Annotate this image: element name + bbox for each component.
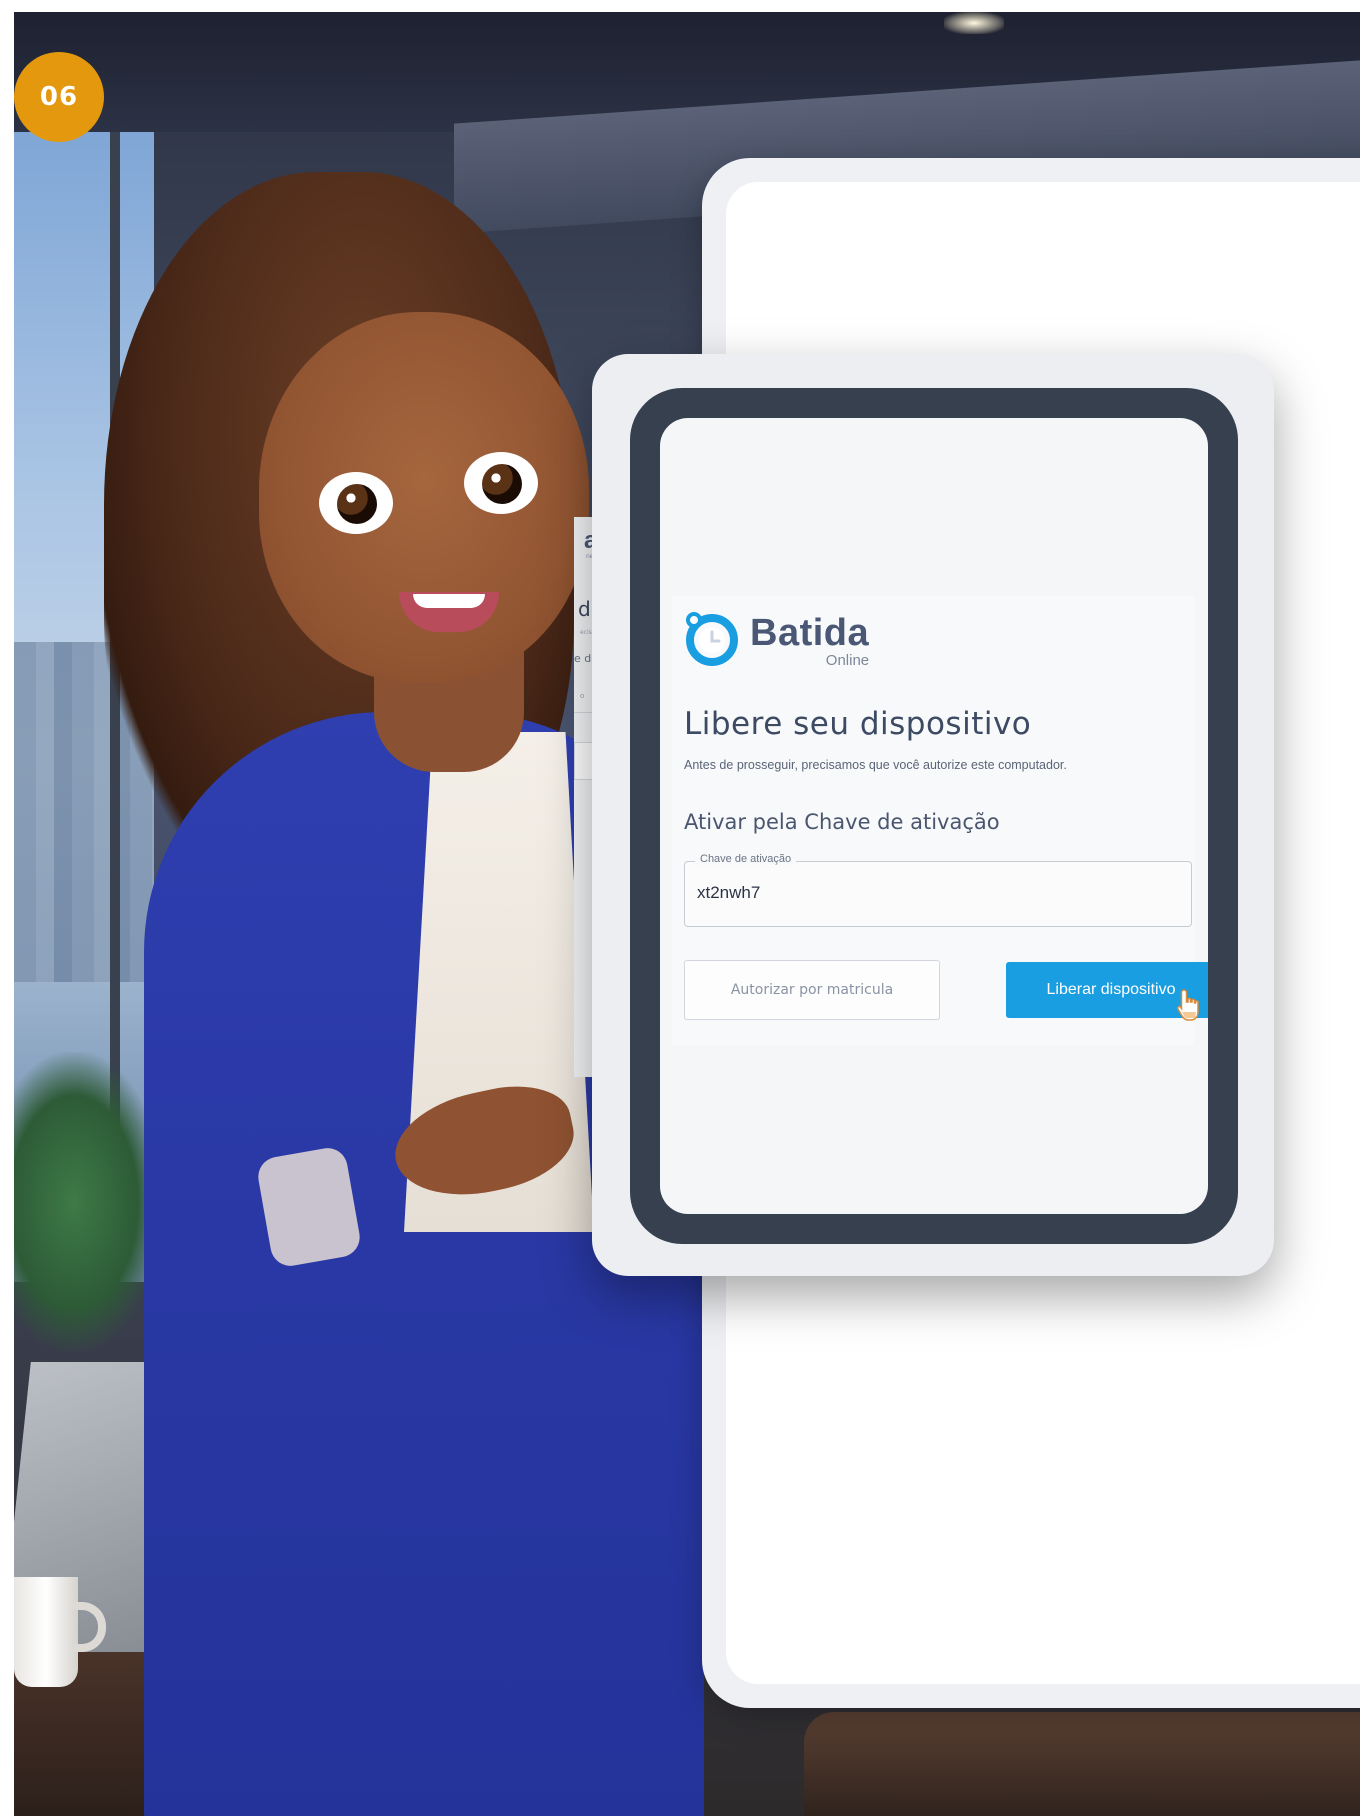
desk-right (804, 1712, 1360, 1816)
logo-subtitle: Online (825, 651, 870, 669)
character-cuff (255, 1145, 363, 1269)
activation-key-label: Chave de ativação (695, 853, 797, 865)
plant (14, 1052, 164, 1352)
batida-logo: Batida Online (682, 608, 870, 669)
character-eye-left (319, 472, 393, 534)
tablet-bezel: Batida Online Libere seu dispositivo Ant… (630, 388, 1238, 1244)
section-heading: Ativar pela Chave de ativação (684, 810, 1000, 834)
coffee-cup (14, 1577, 78, 1687)
activation-key-field[interactable]: Chave de ativação (684, 853, 1192, 927)
page-description: Antes de prosseguir, precisamos que você… (684, 758, 1067, 772)
illustration-scene: a ne dispositiv ecisamos que voc e de at… (14, 12, 1360, 1816)
activation-key-input[interactable] (697, 878, 1167, 908)
hand-pointer-cursor-icon (1177, 989, 1199, 1021)
activation-form: Batida Online Libere seu dispositivo Ant… (672, 596, 1208, 1046)
page-title: Libere seu dispositivo (684, 706, 1032, 742)
logo-wordmark: Batida Online (750, 611, 870, 669)
clock-logo-icon (686, 612, 738, 666)
ghost-field-text: o (580, 692, 585, 700)
tablet-card: Batida Online Libere seu dispositivo Ant… (592, 354, 1274, 1276)
tablet-screen: Batida Online Libere seu dispositivo Ant… (660, 418, 1208, 1214)
logo-title: Batida (750, 611, 870, 654)
step-badge: 06 (14, 52, 104, 142)
ceiling-light (944, 12, 1004, 34)
character-eye-right (464, 452, 538, 514)
authorize-by-registration-button[interactable]: Autorizar por matricula (684, 960, 940, 1020)
